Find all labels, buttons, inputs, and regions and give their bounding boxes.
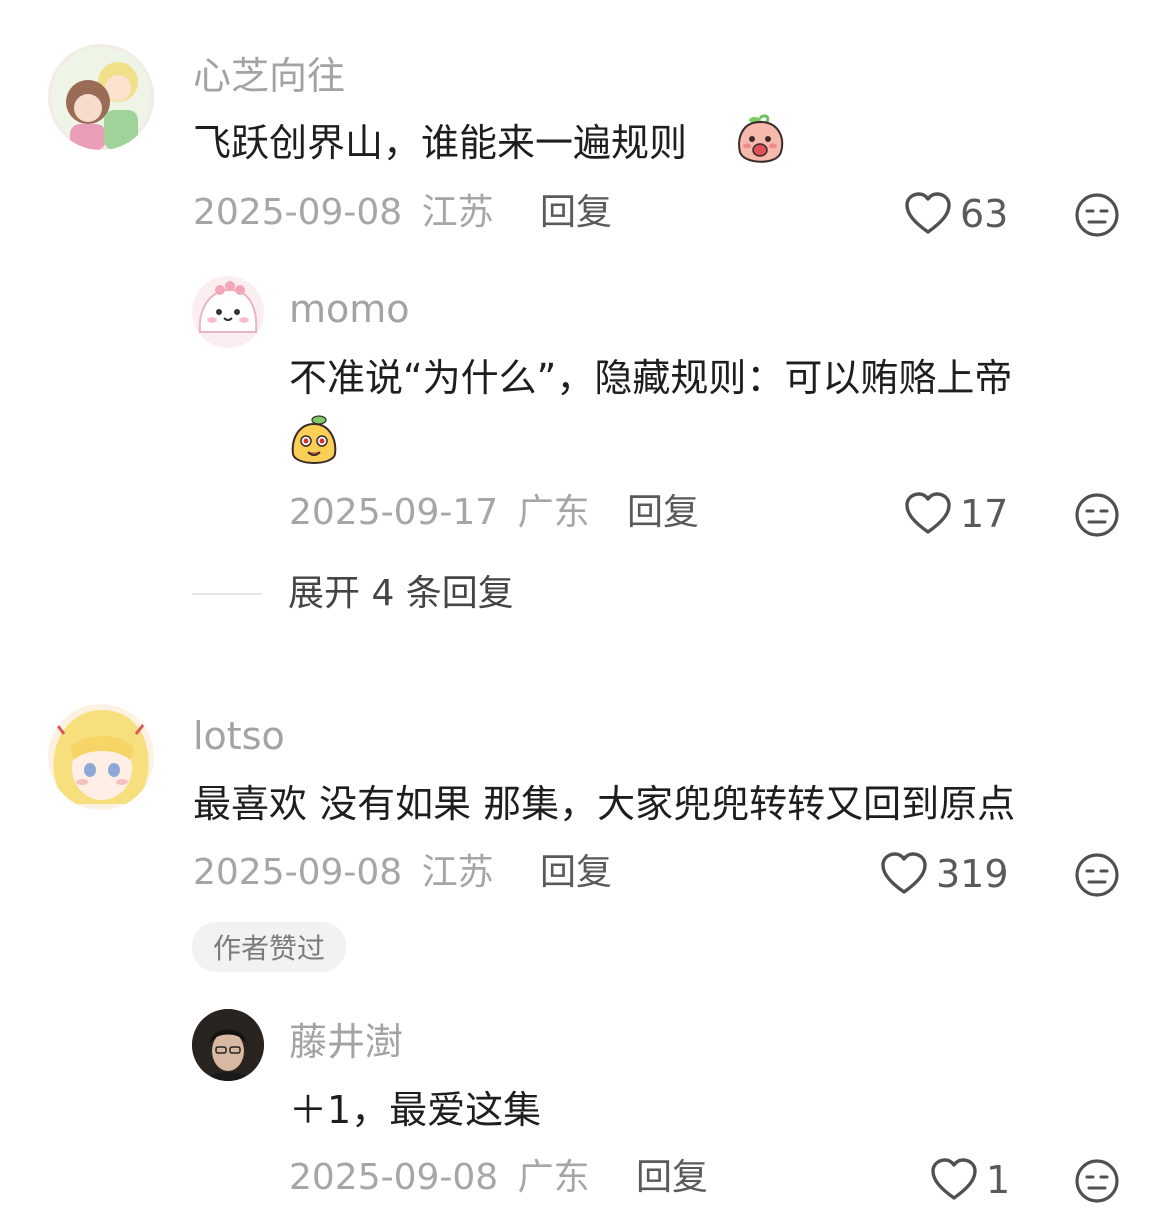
reply-username[interactable]: momo: [289, 290, 410, 328]
like-button[interactable]: 1: [930, 1158, 1010, 1202]
avatar[interactable]: [48, 704, 154, 810]
neutral-face-icon[interactable]: [1074, 492, 1120, 538]
avatar-image: [48, 44, 154, 150]
comment-text: 最喜欢 没有如果 那集，大家兜兜转转又回到原点: [193, 782, 1016, 826]
reply-button[interactable]: 回复: [540, 855, 612, 891]
avatar[interactable]: [192, 276, 264, 348]
avatar[interactable]: [48, 44, 154, 150]
like-button[interactable]: 17: [904, 492, 1008, 536]
like-button[interactable]: 319: [880, 852, 1009, 896]
peach-emoji-icon: [735, 114, 785, 168]
reply-button[interactable]: 回复: [636, 1160, 708, 1196]
neutral-face-icon[interactable]: [1074, 1158, 1120, 1204]
heart-outline-icon: [905, 492, 951, 534]
avatar-image: [192, 1009, 264, 1081]
like-count: 17: [960, 492, 1009, 536]
comment-username[interactable]: 心芝向往: [193, 57, 345, 95]
neutral-face-icon[interactable]: [1074, 852, 1120, 898]
reply-date: 2025-09-17 广东: [289, 495, 590, 531]
reply-location: 广东: [517, 492, 590, 533]
expand-replies-button[interactable]: 展开 4 条回复: [288, 576, 514, 612]
comment-date: 2025-09-08 江苏: [193, 855, 494, 891]
comment-date-value: 2025-09-08: [193, 852, 403, 893]
neutral-face-icon[interactable]: [1074, 192, 1120, 238]
heart-outline-icon: [905, 192, 951, 234]
like-count: 1: [986, 1158, 1011, 1202]
like-count: 319: [936, 852, 1009, 896]
comment-location: 江苏: [421, 192, 494, 233]
reply-date-value: 2025-09-17: [289, 492, 499, 533]
expand-divider: [192, 593, 262, 595]
reply-username[interactable]: 藤井澍: [289, 1023, 403, 1061]
reply-button[interactable]: 回复: [627, 495, 699, 531]
heart-outline-icon: [931, 1158, 977, 1200]
comment-date-value: 2025-09-08: [193, 192, 403, 233]
reply-date: 2025-09-08 广东: [289, 1160, 590, 1196]
reply-button[interactable]: 回复: [540, 195, 612, 231]
like-count: 63: [960, 192, 1009, 236]
reply-text: 不准说“为什么”，隐藏规则：可以贿赂上帝: [289, 356, 1013, 400]
comment-date: 2025-09-08 江苏: [193, 195, 494, 231]
comment-location: 江苏: [421, 852, 494, 893]
mango-emoji-icon: [289, 414, 339, 468]
heart-outline-icon: [881, 852, 927, 894]
avatar-image: [192, 276, 264, 348]
avatar[interactable]: [192, 1009, 264, 1081]
avatar-image: [48, 704, 154, 810]
reply-location: 广东: [517, 1157, 590, 1198]
author-liked-badge: 作者赞过: [192, 922, 346, 972]
like-button[interactable]: 63: [904, 192, 1008, 236]
reply-text: ＋1，最爱这集: [289, 1088, 542, 1132]
reply-date-value: 2025-09-08: [289, 1157, 499, 1198]
comment-text: 飞跃创界山，谁能来一遍规则: [193, 121, 688, 165]
comment-username[interactable]: lotso: [193, 717, 285, 755]
